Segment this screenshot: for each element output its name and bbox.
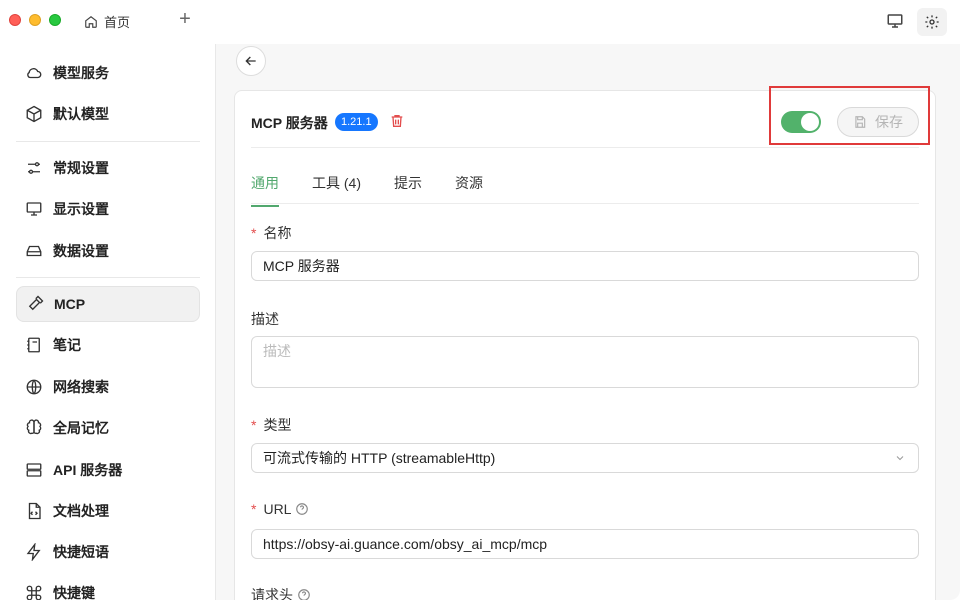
tab-general[interactable]: 通用 — [251, 173, 279, 207]
chevron-down-icon — [896, 456, 904, 461]
description-textarea[interactable]: 描述 — [251, 336, 919, 388]
tab-tools[interactable]: 工具 (4) — [312, 173, 361, 207]
tab-resources[interactable]: 资源 — [455, 173, 483, 207]
trash-icon[interactable] — [389, 113, 405, 129]
sidebar-item-shortcuts[interactable]: 快捷键 — [16, 575, 200, 600]
sidebar-item-document-processing[interactable]: 文档处理 — [16, 493, 200, 529]
sidebar-item-web-search[interactable]: 网络搜索 — [16, 369, 200, 405]
command-icon — [26, 585, 42, 600]
cube-icon — [26, 105, 42, 123]
sidebar-item-notes[interactable]: 笔记 — [16, 327, 200, 363]
toggle-knob — [801, 113, 819, 131]
sidebar-item-label: 全局记忆 — [53, 420, 109, 436]
main-content: MCP 服务器 1.21.1 保存 通用 工具 (4) 提示 资源 * 名称 MC… — [216, 44, 960, 600]
monitor-button[interactable] — [886, 12, 906, 32]
tab-prompts[interactable]: 提示 — [394, 173, 422, 207]
save-icon — [855, 116, 866, 128]
sidebar-divider — [16, 277, 200, 278]
home-icon — [85, 15, 97, 28]
headers-label: 请求头 — [251, 585, 311, 600]
header-divider — [251, 147, 919, 148]
sidebar-item-label: 常规设置 — [53, 160, 109, 176]
sidebar-item-default-model[interactable]: 默认模型 — [16, 96, 200, 132]
tabs-divider — [251, 203, 919, 204]
help-icon[interactable] — [295, 502, 309, 516]
sidebar-item-model-service[interactable]: 模型服务 — [16, 55, 200, 91]
sidebar: 模型服务 默认模型 常规设置 显示设置 数据设置 MCP 笔记 网络搜索 全局记… — [0, 44, 216, 600]
notebook-icon — [27, 337, 40, 353]
sidebar-item-label: 默认模型 — [53, 106, 109, 122]
type-label: * 类型 — [251, 417, 292, 433]
sidebar-item-label: API 服务器 — [53, 462, 123, 478]
minimize-window-button[interactable] — [29, 14, 41, 26]
globe-icon — [26, 379, 42, 395]
close-window-button[interactable] — [9, 14, 21, 26]
cloud-icon — [27, 68, 42, 79]
new-tab-button[interactable]: + — [176, 9, 194, 29]
tab-home[interactable]: 首页 — [84, 12, 130, 31]
tab-bar: 通用 工具 (4) 提示 资源 — [251, 173, 516, 207]
server-card: MCP 服务器 1.21.1 保存 通用 工具 (4) 提示 资源 * 名称 MC… — [234, 90, 936, 600]
zap-icon — [26, 543, 41, 561]
sliders-icon — [28, 162, 40, 174]
arrow-left-icon — [245, 56, 256, 66]
display-settings-icon — [26, 202, 42, 216]
title-bar: 首页 + — [0, 0, 960, 44]
sidebar-item-label: 笔记 — [53, 337, 81, 353]
server-title: MCP 服务器 — [251, 115, 328, 131]
name-input[interactable]: MCP 服务器 — [251, 251, 919, 281]
version-badge: 1.21.1 — [335, 113, 378, 131]
sidebar-item-label: 快捷短语 — [53, 544, 109, 560]
app-window: 首页 + 模型服务 默认模型 常规设置 显示设置 数据设置 MCP 笔记 网络搜… — [0, 0, 960, 600]
sidebar-item-api-server[interactable]: API 服务器 — [16, 452, 200, 488]
sidebar-item-label: 模型服务 — [53, 65, 109, 81]
tab-home-label: 首页 — [104, 15, 131, 30]
server-icon — [26, 463, 42, 477]
sidebar-item-global-memory[interactable]: 全局记忆 — [16, 410, 200, 446]
sidebar-item-quick-phrases[interactable]: 快捷短语 — [16, 534, 200, 570]
sidebar-item-label: MCP — [54, 296, 86, 312]
back-button[interactable] — [236, 46, 266, 76]
sidebar-item-mcp[interactable]: MCP — [16, 286, 200, 322]
type-select[interactable]: 可流式传输的 HTTP (streamableHttp) — [251, 443, 919, 473]
hammer-icon — [28, 295, 44, 311]
save-button[interactable]: 保存 — [837, 107, 919, 137]
save-label: 保存 — [875, 114, 903, 130]
type-select-value: 可流式传输的 HTTP (streamableHttp) — [263, 450, 496, 466]
name-label: * 名称 — [251, 225, 292, 241]
settings-button[interactable] — [917, 8, 947, 36]
sidebar-item-display-settings[interactable]: 显示设置 — [16, 191, 200, 227]
hard-drive-icon — [26, 245, 42, 257]
url-input[interactable]: https://obsy-ai.guance.com/obsy_ai_mcp/m… — [251, 529, 919, 559]
help-icon[interactable] — [297, 588, 311, 600]
gear-icon — [925, 15, 939, 29]
sidebar-item-label: 快捷键 — [53, 585, 95, 600]
sidebar-item-label: 数据设置 — [53, 243, 109, 259]
maximize-window-button[interactable] — [49, 14, 61, 26]
sidebar-item-label: 显示设置 — [53, 201, 109, 217]
sidebar-item-data-settings[interactable]: 数据设置 — [16, 233, 200, 269]
sidebar-item-label: 文档处理 — [53, 503, 109, 519]
brain-icon — [26, 419, 42, 435]
sidebar-item-label: 网络搜索 — [53, 379, 109, 395]
sidebar-divider — [16, 141, 200, 142]
sidebar-item-general-settings[interactable]: 常规设置 — [16, 150, 200, 186]
enable-toggle[interactable] — [781, 111, 821, 133]
file-code-icon — [28, 502, 41, 520]
monitor-icon — [887, 14, 903, 28]
url-label: * URL — [251, 501, 309, 517]
description-label: 描述 — [251, 311, 279, 327]
